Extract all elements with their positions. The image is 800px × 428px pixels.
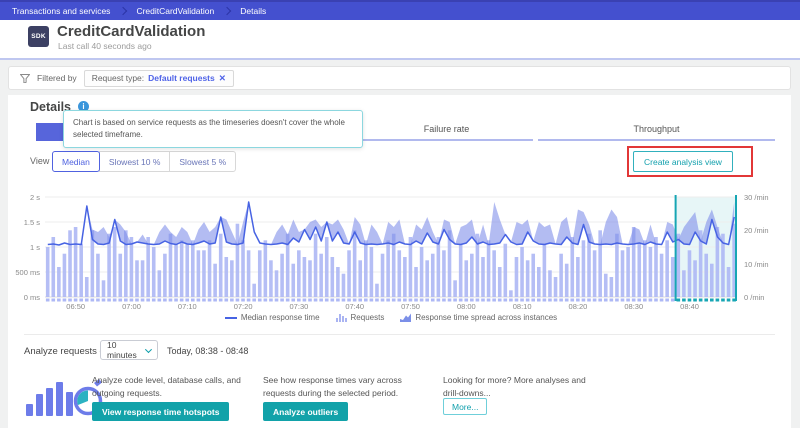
y-axis-right-label: 10 /min [744,260,784,269]
x-tick-label: 08:30 [617,302,651,311]
breadcrumb-separator-icon [119,6,127,14]
period-select-value: 10 minutes [107,340,146,360]
analyze-outliers-button[interactable]: Analyze outliers [263,402,348,421]
selected-range-text: Today, 08:38 - 08:48 [167,346,248,356]
x-tick-label: 07:50 [394,302,428,311]
chart-legend: Median response time Requests Response t… [45,313,737,322]
view-segmented-control: Median Slowest 10 % Slowest 5 % [52,151,236,172]
create-analysis-view-button[interactable]: Create analysis view [633,151,733,172]
breadcrumb-separator-icon [223,6,231,14]
legend-median: Median response time [225,313,320,322]
filter-chip-key: Request type: [92,73,144,83]
panel-outliers-text: See how response times vary across reque… [263,374,423,399]
tab-throughput-underline [538,139,775,141]
x-tick-label: 07:10 [170,302,204,311]
y-axis-left-label: 2 s [6,193,40,202]
period-select[interactable]: 10 minutes [100,340,158,360]
panel-more-text: Looking for more? More analyses and dril… [443,374,603,399]
filtered-by-label: Filtered by [37,73,77,83]
tab-failure-rate-underline [360,139,533,141]
y-axis-right-label: 20 /min [744,226,784,235]
y-axis-right-label: 0 /min [744,293,784,302]
x-tick-label: 07:00 [115,302,149,311]
tab-throughput[interactable]: Throughput [538,124,775,134]
page-title: CreditCardValidation [57,23,205,40]
sdk-service-icon: SDK [28,26,49,47]
filter-chip-value[interactable]: Default requests [148,73,215,83]
y-axis-left-label: 1 s [6,243,40,252]
filter-bar: Filtered by Request type: Default reques… [8,66,791,90]
more-button[interactable]: More... [443,398,487,415]
view-response-time-hotspots-button[interactable]: View response time hotspots [92,402,229,421]
x-tick-label: 06:50 [59,302,93,311]
x-tick-label: 08:20 [561,302,595,311]
chevron-down-icon [145,346,152,353]
breadcrumb-bar: Transactions and services CreditCardVali… [0,0,800,20]
panel-hotspots-text: Analyze code level, database calls, and … [92,374,244,399]
breadcrumb-service[interactable]: CreditCardValidation [136,6,214,16]
section-divider [24,334,775,335]
y-axis-left-label: 1.5 s [6,218,40,227]
x-tick-label: 07:40 [338,302,372,311]
x-tick-label: 07:30 [282,302,316,311]
response-spread-area [48,202,734,245]
header-divider [0,58,800,60]
x-tick-label: 07:20 [226,302,260,311]
median-line-icon [225,317,237,319]
y-axis-left-label: 0 ms [6,293,40,302]
timeseries-chart[interactable] [45,197,737,302]
filter-chip-request-type[interactable]: Request type: Default requests ✕ [84,70,234,87]
y-axis-right-label: 30 /min [744,193,784,202]
legend-requests: Requests [336,313,385,322]
view-label: View [30,156,49,166]
tab-failure-rate[interactable]: Failure rate [360,124,533,134]
breadcrumb-details[interactable]: Details [240,6,266,16]
breadcrumb-transactions-and-services[interactable]: Transactions and services [12,6,110,16]
x-tick-label: 08:00 [449,302,483,311]
view-option-slowest-10[interactable]: Slowest 10 % [99,151,171,172]
remove-filter-icon[interactable]: ✕ [219,73,226,84]
view-option-median[interactable]: Median [52,151,100,172]
filter-funnel-icon [20,74,30,83]
view-option-slowest-5[interactable]: Slowest 5 % [169,151,236,172]
legend-spread: Response time spread across instances [400,313,557,322]
spread-area-icon [400,313,411,322]
chart-info-tooltip: Chart is based on service requests as th… [63,110,363,148]
x-tick-label: 08:10 [505,302,539,311]
last-call-subtitle: Last call 40 seconds ago [58,41,152,51]
requests-bars-icon [336,313,347,322]
y-axis-left-label: 500 ms [6,268,40,277]
x-tick-label: 08:40 [673,302,707,311]
